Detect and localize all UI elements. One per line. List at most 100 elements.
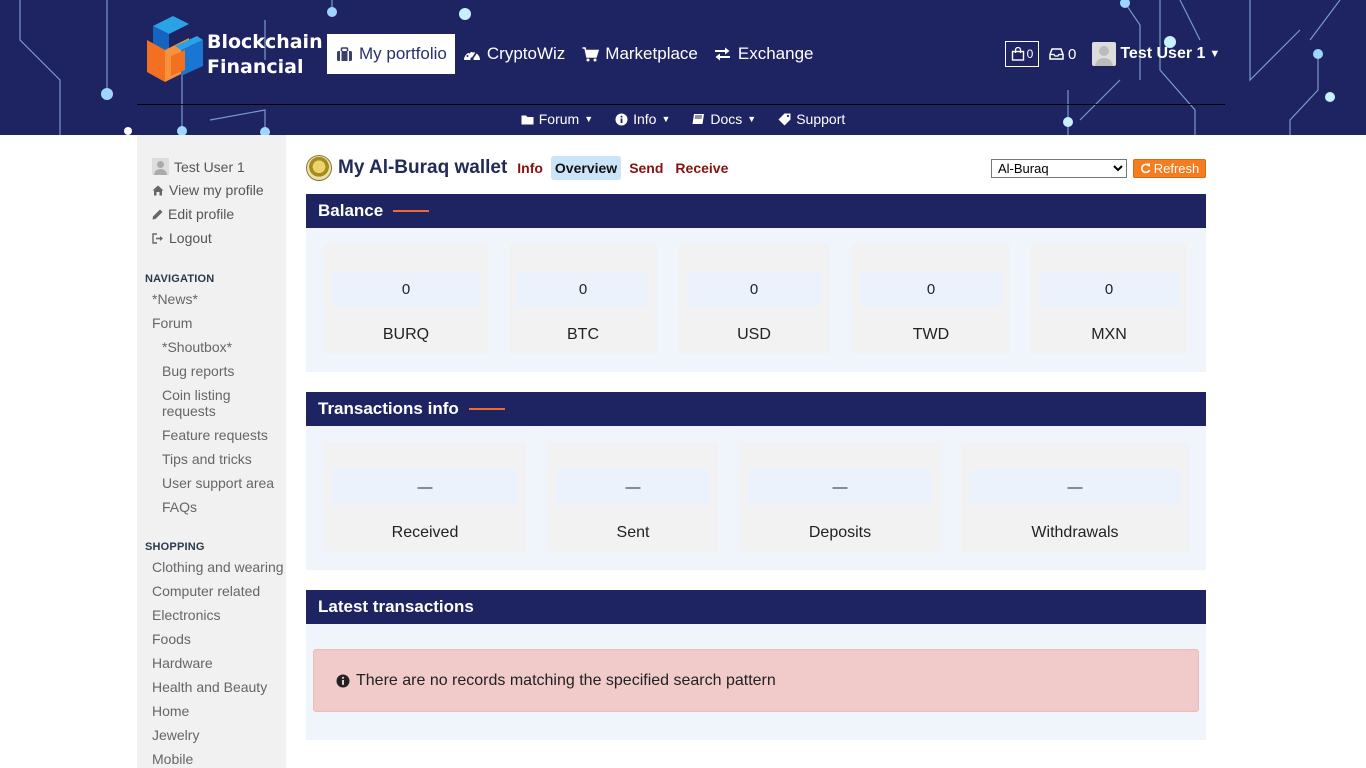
pencil-icon [152, 209, 163, 219]
chevron-down-icon: ▼ [1209, 48, 1221, 60]
sidebar-item-foods[interactable]: Foods [152, 631, 191, 647]
sidebar-heading-shopping: SHOPPING [145, 541, 205, 553]
sidebar-item-hardware[interactable]: Hardware [152, 655, 213, 671]
inbox-button[interactable]: 0 [1049, 46, 1076, 63]
sidebar-link-label: Test User 1 [174, 158, 245, 175]
refresh-button[interactable]: Refresh [1133, 159, 1206, 178]
chevron-down-icon: ▼ [661, 114, 671, 124]
balance-value: 0 [1039, 271, 1179, 307]
balance-value: 0 [687, 271, 821, 307]
subnav-forum[interactable]: Forum ▼ [521, 108, 593, 130]
exchange-icon [714, 46, 732, 62]
refresh-icon [1140, 163, 1150, 174]
sidebar-item-forum[interactable]: Forum [152, 315, 192, 331]
sub-nav: Forum ▼ Info ▼ Docs ▼ Support [0, 108, 1366, 130]
nav-my-portfolio[interactable]: My portfolio [327, 34, 455, 74]
tx-card-deposits: — Deposits [740, 442, 940, 552]
balance-card-usd: 0 USD [679, 244, 829, 354]
sidebar-edit-profile[interactable]: Edit profile [152, 206, 234, 222]
wallet-select[interactable]: Al-Buraq [991, 159, 1127, 178]
balance-card-mxn: 0 MXN [1031, 244, 1187, 354]
cart-count: 0 [1026, 47, 1034, 61]
sidebar-item-electronics[interactable]: Electronics [152, 607, 220, 623]
nav-exchange[interactable]: Exchange [706, 34, 822, 74]
user-name: Test User 1 [1120, 45, 1206, 62]
tx-value: — [969, 469, 1181, 505]
latest-transactions-panel: Latest transactions There are no records… [306, 590, 1206, 740]
header-user-area: 0 0 Test User 1 ▼ [1005, 40, 1220, 68]
sidebar-item-clothing[interactable]: Clothing and wearing [152, 559, 284, 575]
sidebar-item-computer-related[interactable]: Computer related [152, 583, 260, 599]
subnav-docs[interactable]: Docs ▼ [692, 108, 756, 130]
nav-marketplace[interactable]: Marketplace [573, 34, 706, 74]
tab-send[interactable]: Send [625, 156, 667, 180]
sidebar-item-health-beauty[interactable]: Health and Beauty [152, 679, 267, 695]
home-icon [152, 185, 164, 195]
transactions-info-panel: Transactions info — Received — Sent — De… [306, 392, 1206, 570]
inbox-icon [1049, 48, 1064, 60]
balance-card-twd: 0 TWD [852, 244, 1010, 354]
refresh-label: Refresh [1153, 161, 1200, 176]
sidebar-view-profile[interactable]: View my profile [152, 182, 264, 198]
heading-accent-line [393, 210, 430, 212]
nav-label: My portfolio [359, 44, 447, 63]
sidebar-item-jewelry[interactable]: Jewelry [152, 727, 199, 743]
brand-line-1: Blockchain [207, 31, 323, 53]
sidebar-item-shoutbox[interactable]: *Shoutbox* [162, 339, 280, 355]
briefcase-icon [335, 46, 353, 62]
tx-card-sent: — Sent [548, 442, 718, 552]
tx-label: Sent [616, 524, 650, 541]
sidebar-user-name[interactable]: Test User 1 [152, 158, 245, 175]
tx-card-received: — Received [324, 442, 526, 552]
tab-receive[interactable]: Receive [671, 156, 732, 180]
folder-icon [521, 115, 534, 124]
header-divider [137, 104, 1225, 105]
sidebar-item-bug-reports[interactable]: Bug reports [162, 363, 280, 379]
cart-icon [581, 46, 599, 62]
subnav-label: Support [796, 111, 846, 127]
heading-accent-line [468, 408, 505, 410]
tab-info[interactable]: Info [513, 156, 547, 180]
brand-line-2: Financial [207, 56, 304, 78]
sidebar-item-faqs[interactable]: FAQs [162, 499, 280, 515]
tx-card-withdrawals: — Withdrawals [961, 442, 1189, 552]
site-header: Blockchain Financial My portfolio Crypto… [0, 0, 1366, 135]
sidebar-item-feature-requests[interactable]: Feature requests [162, 427, 280, 443]
empty-records-alert: There are no records matching the specif… [313, 649, 1199, 712]
main-nav: My portfolio CryptoWiz Marketplace Excha… [327, 34, 822, 74]
tab-overview[interactable]: Overview [550, 156, 622, 180]
sidebar-item-coin-listing-requests[interactable]: Coin listing requests [162, 387, 280, 419]
sidebar-link-label: View my profile [169, 182, 264, 198]
sidebar-logout[interactable]: Logout [152, 230, 212, 246]
empty-message: There are no records matching the specif… [356, 671, 776, 689]
balance-currency: BURQ [382, 326, 430, 343]
latest-transactions-heading: Latest transactions [318, 597, 474, 616]
shopping-cart-button[interactable]: 0 [1005, 41, 1039, 67]
subnav-label: Docs [710, 111, 743, 127]
sidebar-link-label: Logout [169, 230, 212, 246]
balance-value: 0 [860, 271, 1002, 307]
transactions-info-heading: Transactions info [318, 399, 459, 418]
avatar-icon [152, 158, 169, 175]
sidebar-heading-navigation: NAVIGATION [145, 273, 215, 285]
sidebar-item-tips-and-tricks[interactable]: Tips and tricks [162, 451, 280, 467]
avatar [1092, 42, 1117, 66]
tx-value: — [556, 469, 710, 505]
sidebar-item-user-support-area[interactable]: User support area [162, 475, 280, 491]
sidebar-link-label: Edit profile [168, 206, 235, 222]
user-menu[interactable]: Test User 1 ▼ [1092, 42, 1220, 66]
tx-label: Deposits [808, 524, 872, 541]
sidebar-item-home[interactable]: Home [152, 703, 189, 719]
subnav-info[interactable]: Info ▼ [615, 108, 670, 130]
nav-cryptowiz[interactable]: CryptoWiz [455, 34, 573, 74]
blockchain-cube-icon [147, 16, 203, 82]
al-buraq-coin-icon [306, 155, 332, 181]
nav-label: CryptoWiz [486, 44, 566, 63]
subnav-support[interactable]: Support [778, 108, 845, 130]
book-icon [692, 114, 705, 124]
balance-panel: Balance 0 BURQ 0 BTC 0 USD 0 TWD 0 MXN [306, 194, 1206, 372]
brand-logo[interactable]: Blockchain Financial [145, 10, 325, 90]
sidebar-item-news[interactable]: *News* [152, 291, 198, 307]
brand-name: Blockchain Financial [207, 30, 323, 80]
sidebar-item-mobile[interactable]: Mobile [152, 751, 193, 767]
